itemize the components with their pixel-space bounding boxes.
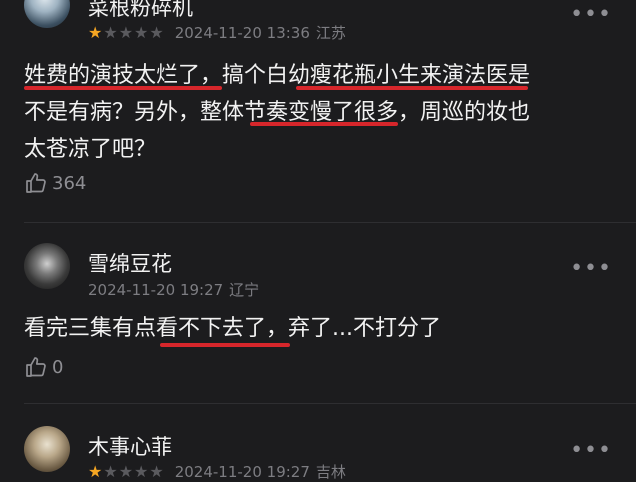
highlight-underline bbox=[296, 86, 528, 90]
star-icon: ★ bbox=[103, 462, 119, 481]
highlight-underline bbox=[250, 122, 398, 126]
star-icon: ★ bbox=[149, 23, 165, 42]
like-button[interactable]: 364 bbox=[24, 171, 86, 195]
highlight-underline bbox=[160, 343, 290, 347]
highlight-underline bbox=[24, 86, 222, 90]
star-icon: ★ bbox=[134, 462, 150, 481]
more-dots-icon[interactable]: ••• bbox=[570, 256, 612, 281]
more-dots-icon[interactable]: ••• bbox=[570, 2, 612, 27]
star-icon: ★ bbox=[134, 23, 150, 42]
rating-stars: ★ ★ ★ ★ ★ bbox=[88, 462, 165, 481]
thumbs-up-icon bbox=[26, 173, 46, 193]
avatar[interactable] bbox=[24, 426, 70, 472]
star-icon: ★ bbox=[88, 462, 104, 481]
username[interactable]: 木事心菲 bbox=[88, 431, 172, 461]
star-icon: ★ bbox=[149, 462, 165, 481]
location: 辽宁 bbox=[229, 281, 260, 299]
comment-text-line: 太苍凉了吧？ bbox=[24, 137, 157, 162]
star-icon: ★ bbox=[88, 23, 104, 42]
star-icon: ★ bbox=[103, 23, 119, 42]
like-count: 0 bbox=[52, 356, 64, 378]
like-count: 364 bbox=[52, 172, 87, 194]
rating-stars: ★ ★ ★ ★ ★ bbox=[88, 23, 165, 42]
timestamp: 2024-11-20 19:27 bbox=[88, 280, 224, 299]
divider bbox=[24, 403, 636, 404]
timestamp: 2024-11-20 19:27 bbox=[174, 462, 310, 481]
username[interactable]: 雪绵豆花 bbox=[88, 248, 172, 278]
star-icon: ★ bbox=[118, 23, 135, 42]
thumbs-up-icon bbox=[26, 357, 46, 377]
more-dots-icon[interactable]: ••• bbox=[570, 438, 612, 463]
comment-text-line: 看完三集有点看不下去了，弃了...不打分了 bbox=[24, 316, 441, 341]
timestamp: 2024-11-20 13:36 bbox=[174, 23, 310, 42]
divider bbox=[24, 222, 636, 223]
comment-meta: ★ ★ ★ ★ ★ 2024-11-20 13:36 江苏 bbox=[88, 22, 346, 43]
username[interactable]: 菜根粉碎机 bbox=[88, 0, 193, 22]
like-button[interactable]: 0 bbox=[24, 355, 63, 379]
star-icon: ★ bbox=[118, 462, 135, 481]
avatar[interactable] bbox=[24, 0, 70, 28]
avatar[interactable] bbox=[24, 243, 70, 289]
comment-meta: 2024-11-20 19:27 辽宁 bbox=[88, 279, 259, 300]
location: 江苏 bbox=[315, 24, 346, 42]
